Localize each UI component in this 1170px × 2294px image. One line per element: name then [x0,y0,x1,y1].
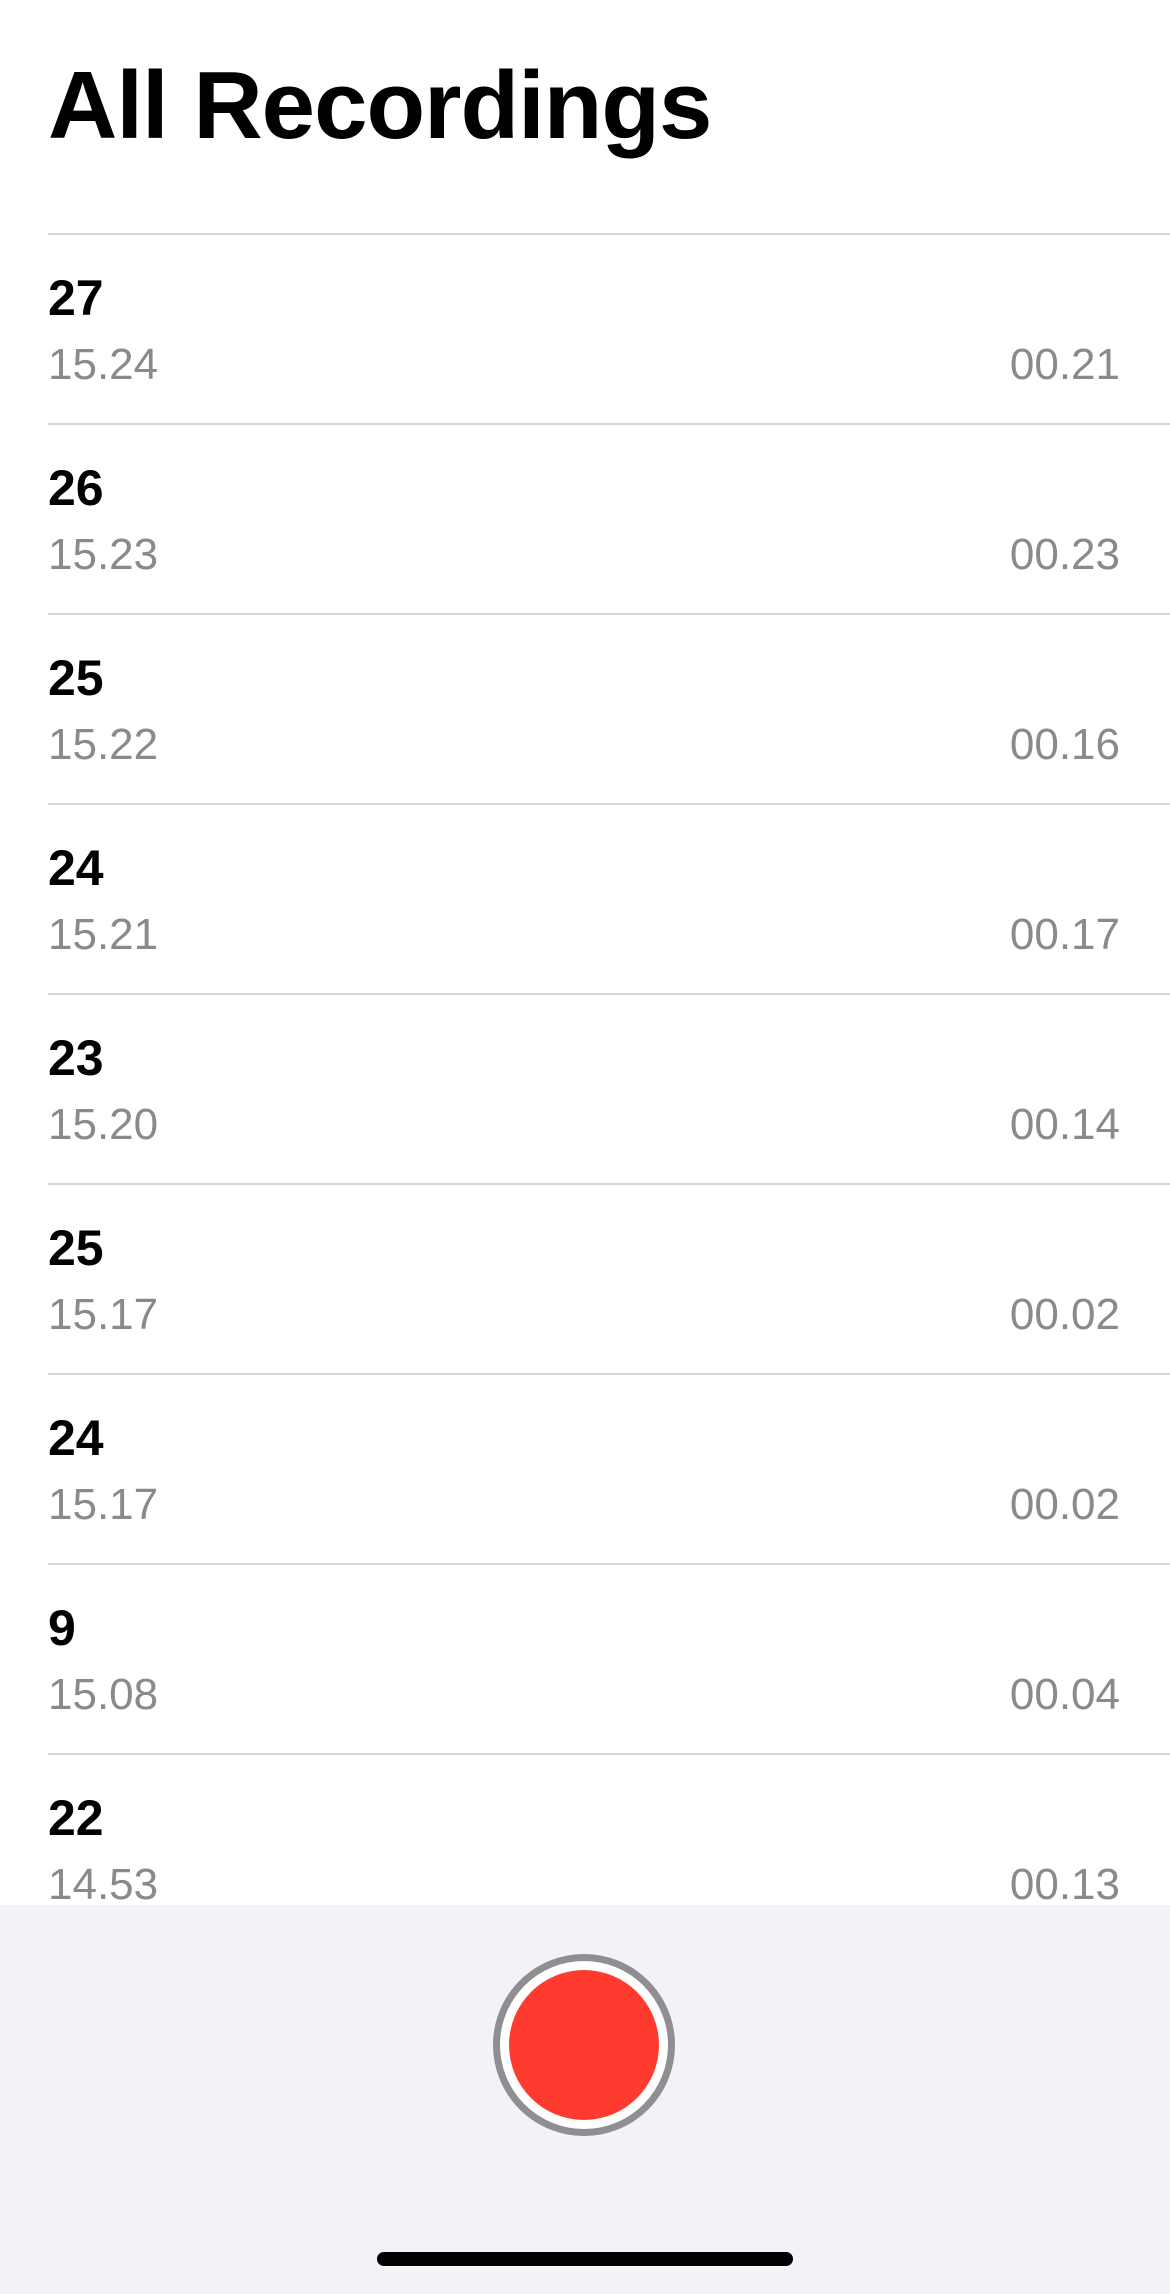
recording-duration: 00.21 [1009,340,1120,389]
recording-time: 15.08 [48,1670,159,1719]
recordings-list[interactable]: 27 15.24 00.21 26 15.23 00.23 25 15.22 0… [0,233,1170,1905]
voice-memos-screen: All Recordings 27 15.24 00.21 26 15.23 0… [0,0,1170,2294]
recording-name: 25 [48,1220,104,1276]
recording-name: 24 [48,1410,104,1466]
recording-time: 14.53 [48,1860,159,1906]
recording-duration: 00.17 [1009,910,1120,959]
recording-row[interactable]: 24 15.17 00.02 [48,1373,1170,1563]
recording-row[interactable]: 26 15.23 00.23 [48,423,1170,613]
recording-time: 15.21 [48,910,159,959]
record-button[interactable] [493,1954,675,2136]
recording-name: 24 [48,840,104,896]
page-title: All Recordings [48,52,712,159]
recording-row[interactable]: 9 15.08 00.04 [48,1563,1170,1753]
home-indicator[interactable] [377,2252,793,2266]
recording-time: 15.17 [48,1290,159,1339]
recording-duration: 00.14 [1009,1100,1120,1149]
recording-row[interactable]: 27 15.24 00.21 [48,233,1170,423]
recording-name: 22 [48,1790,104,1846]
recording-row[interactable]: 25 15.22 00.16 [48,613,1170,803]
recording-time: 15.22 [48,720,159,769]
recording-name: 9 [48,1600,76,1656]
record-icon [509,1970,659,2120]
recording-name: 23 [48,1030,104,1086]
recording-duration: 00.13 [1009,1860,1120,1906]
recording-name: 27 [48,270,104,326]
recording-row[interactable]: 23 15.20 00.14 [48,993,1170,1183]
recording-name: 26 [48,460,104,516]
recording-time: 15.17 [48,1480,159,1529]
recording-time: 15.23 [48,530,159,579]
recording-duration: 00.02 [1009,1480,1120,1529]
recording-duration: 00.16 [1009,720,1120,769]
recording-duration: 00.02 [1009,1290,1120,1339]
recording-time: 15.24 [48,340,159,389]
recording-row[interactable]: 25 15.17 00.02 [48,1183,1170,1373]
recording-duration: 00.23 [1009,530,1120,579]
recording-name: 25 [48,650,104,706]
recording-row[interactable]: 22 14.53 00.13 [48,1753,1170,1905]
recording-time: 15.20 [48,1100,159,1149]
recording-row[interactable]: 24 15.21 00.17 [48,803,1170,993]
recording-duration: 00.04 [1009,1670,1120,1719]
